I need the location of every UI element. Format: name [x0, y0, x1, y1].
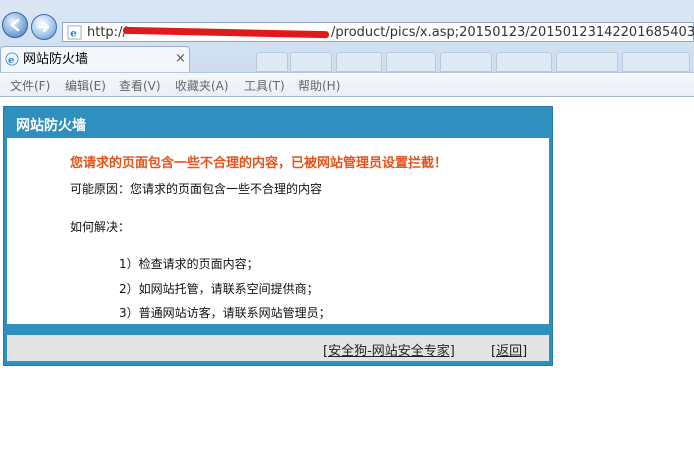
svg-text:e: e	[70, 28, 77, 40]
menu-help[interactable]: 帮助(H)	[298, 77, 340, 94]
menu-view[interactable]: 查看(V)	[119, 77, 161, 94]
redaction-mark	[122, 26, 330, 39]
arrow-right-icon	[37, 21, 50, 33]
back-link[interactable]: [返回]	[491, 340, 527, 359]
menu-tools[interactable]: 工具(T)	[244, 77, 285, 94]
menu-file[interactable]: 文件(F)	[10, 77, 50, 94]
background-tab[interactable]	[440, 52, 492, 72]
possible-reason: 可能原因：您请求的页面包含一些不合理的内容	[70, 182, 323, 196]
block-warning: 您请求的页面包含一些不合理的内容，已被网站管理员设置拦截！	[70, 156, 448, 171]
svg-text:e: e	[8, 55, 14, 66]
chrome-divider	[0, 96, 694, 97]
background-tab[interactable]	[256, 52, 288, 72]
browser-chrome: e http:// /product/pics/x.asp;20150123/2…	[0, 0, 694, 97]
menu-bar: 文件(F) 编辑(E) 查看(V) 收藏夹(A) 工具(T) 帮助(H)	[0, 72, 694, 96]
tab-active[interactable]: e 网站防火墙 ×	[0, 46, 190, 72]
tab-title: 网站防火墙	[23, 52, 89, 67]
arrow-left-icon	[10, 18, 20, 32]
url-path: /product/pics/x.asp;20150123/20150123142…	[331, 25, 694, 40]
background-tab[interactable]	[336, 52, 382, 72]
solution-step: 3）普通网站访客，请联系网站管理员；	[119, 306, 331, 320]
solution-step: 1）检查请求的页面内容；	[119, 257, 259, 271]
panel-title: 网站防火墙	[16, 118, 86, 134]
panel-footer: [安全狗-网站安全专家] [返回]	[7, 335, 549, 361]
background-tab[interactable]	[622, 52, 690, 72]
how-to-solve-label: 如何解决：	[70, 220, 131, 234]
background-tab[interactable]	[556, 52, 618, 72]
close-tab-icon[interactable]: ×	[175, 51, 186, 66]
menu-favorites[interactable]: 收藏夹(A)	[175, 77, 229, 94]
url-prefix: http://	[87, 25, 127, 40]
forward-button[interactable]	[31, 14, 57, 40]
ie-page-icon: e	[5, 52, 19, 66]
background-tab[interactable]	[496, 52, 552, 72]
safedog-link[interactable]: [安全狗-网站安全专家]	[323, 340, 455, 359]
address-bar[interactable]: e http:// /product/pics/x.asp;20150123/2…	[62, 22, 694, 42]
menu-edit[interactable]: 编辑(E)	[65, 77, 106, 94]
solution-step: 2）如网站托管，请联系空间提供商；	[119, 282, 319, 296]
firewall-panel: 网站防火墙 您请求的页面包含一些不合理的内容，已被网站管理员设置拦截！ 可能原因…	[3, 106, 553, 366]
background-tab[interactable]	[386, 52, 436, 72]
panel-body: 您请求的页面包含一些不合理的内容，已被网站管理员设置拦截！ 可能原因：您请求的页…	[7, 138, 549, 324]
back-button[interactable]	[2, 12, 28, 38]
background-tab[interactable]	[290, 52, 332, 72]
ie-page-icon: e	[67, 25, 82, 40]
